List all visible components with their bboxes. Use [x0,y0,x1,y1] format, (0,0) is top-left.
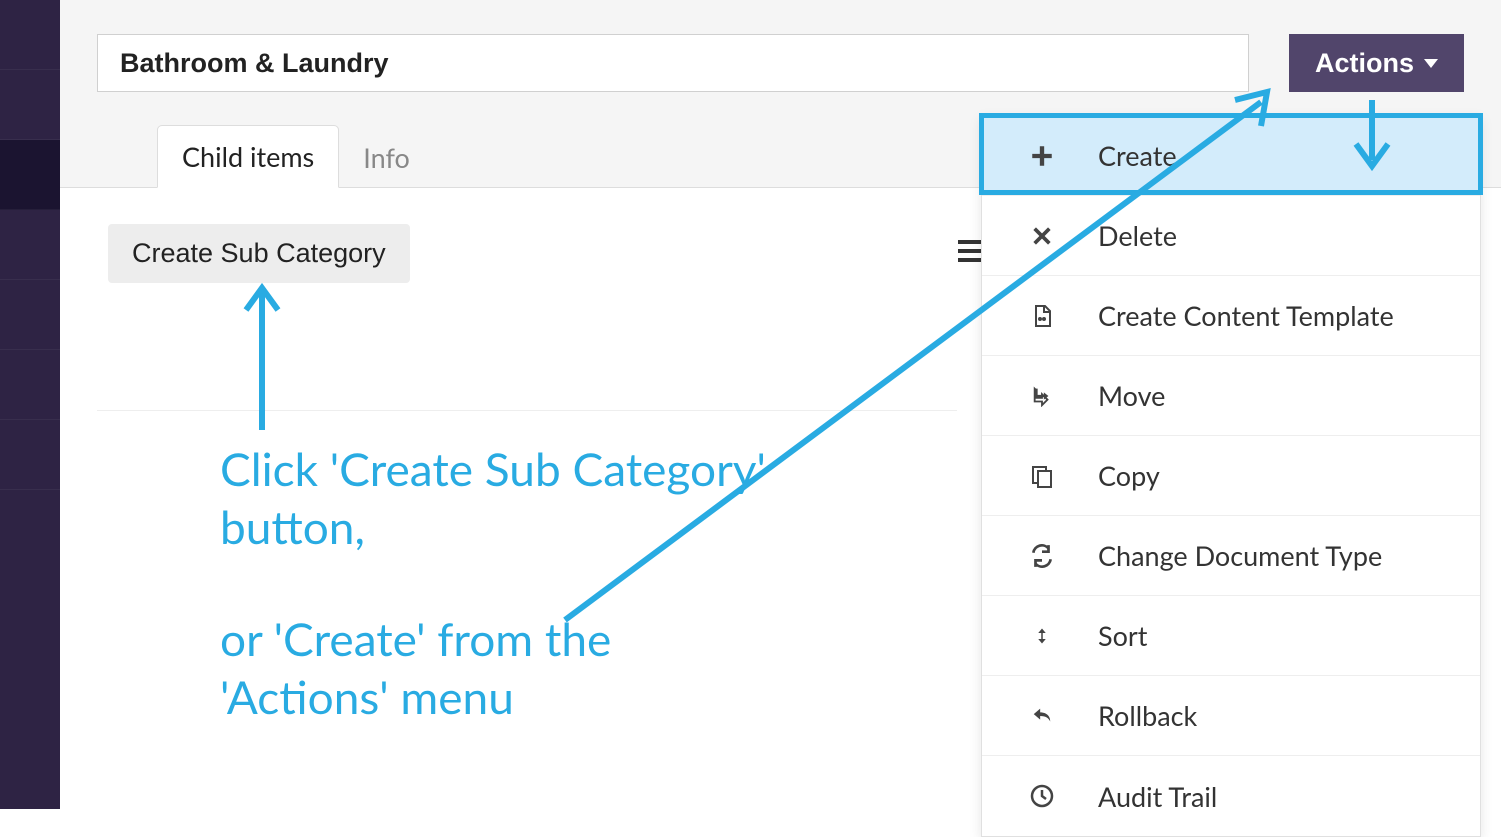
caret-down-icon [1424,59,1438,68]
create-sub-category-button[interactable]: Create Sub Category [108,224,410,283]
sidebar-item[interactable] [0,350,60,420]
move-icon [1026,380,1058,412]
menu-item-label: Move [1098,379,1165,412]
menu-item-label: Audit Trail [1098,780,1217,813]
menu-item-label: Delete [1098,219,1177,252]
actions-button-label: Actions [1315,48,1414,79]
annotation-text-1: Click 'Create Sub Category' button, [220,440,780,555]
rollback-icon [1026,700,1058,732]
template-icon [1026,300,1058,332]
tab-info[interactable]: Info [339,127,434,188]
sidebar-item[interactable] [0,0,60,70]
sidebar-item[interactable] [0,420,60,490]
x-icon [1026,220,1058,252]
change-icon [1026,540,1058,572]
menu-item-rollback[interactable]: Rollback [982,676,1480,756]
sort-icon [1026,620,1058,652]
actions-button[interactable]: Actions [1289,34,1464,92]
sidebar-item-active[interactable] [0,140,60,210]
menu-item-sort[interactable]: Sort [982,596,1480,676]
divider [97,410,957,411]
menu-item-copy[interactable]: Copy [982,436,1480,516]
tab-child-items[interactable]: Child items [157,125,339,188]
menu-item-label: Create [1098,139,1177,172]
copy-icon [1026,460,1058,492]
menu-item-label: Change Document Type [1098,539,1382,572]
menu-item-move[interactable]: Move [982,356,1480,436]
sidebar [0,0,60,809]
sidebar-item[interactable] [0,210,60,280]
sidebar-item[interactable] [0,70,60,140]
actions-menu: Create Delete Create Content Template Mo… [981,115,1481,837]
menu-item-change-doctype[interactable]: Change Document Type [982,516,1480,596]
menu-item-label: Rollback [1098,699,1197,732]
title-input[interactable] [97,34,1249,92]
menu-item-label: Copy [1098,459,1160,492]
menu-item-delete[interactable]: Delete [982,196,1480,276]
menu-item-audit-trail[interactable]: Audit Trail [982,756,1480,836]
menu-item-label: Sort [1098,619,1147,652]
plus-icon [1026,140,1058,172]
menu-item-create-template[interactable]: Create Content Template [982,276,1480,356]
menu-item-create[interactable]: Create [982,116,1480,196]
annotation-text-2: or 'Create' from the 'Actions' menu [220,610,780,725]
tabs: Child items Info [157,125,434,188]
sidebar-item[interactable] [0,280,60,350]
menu-item-label: Create Content Template [1098,299,1394,332]
clock-icon [1026,780,1058,812]
